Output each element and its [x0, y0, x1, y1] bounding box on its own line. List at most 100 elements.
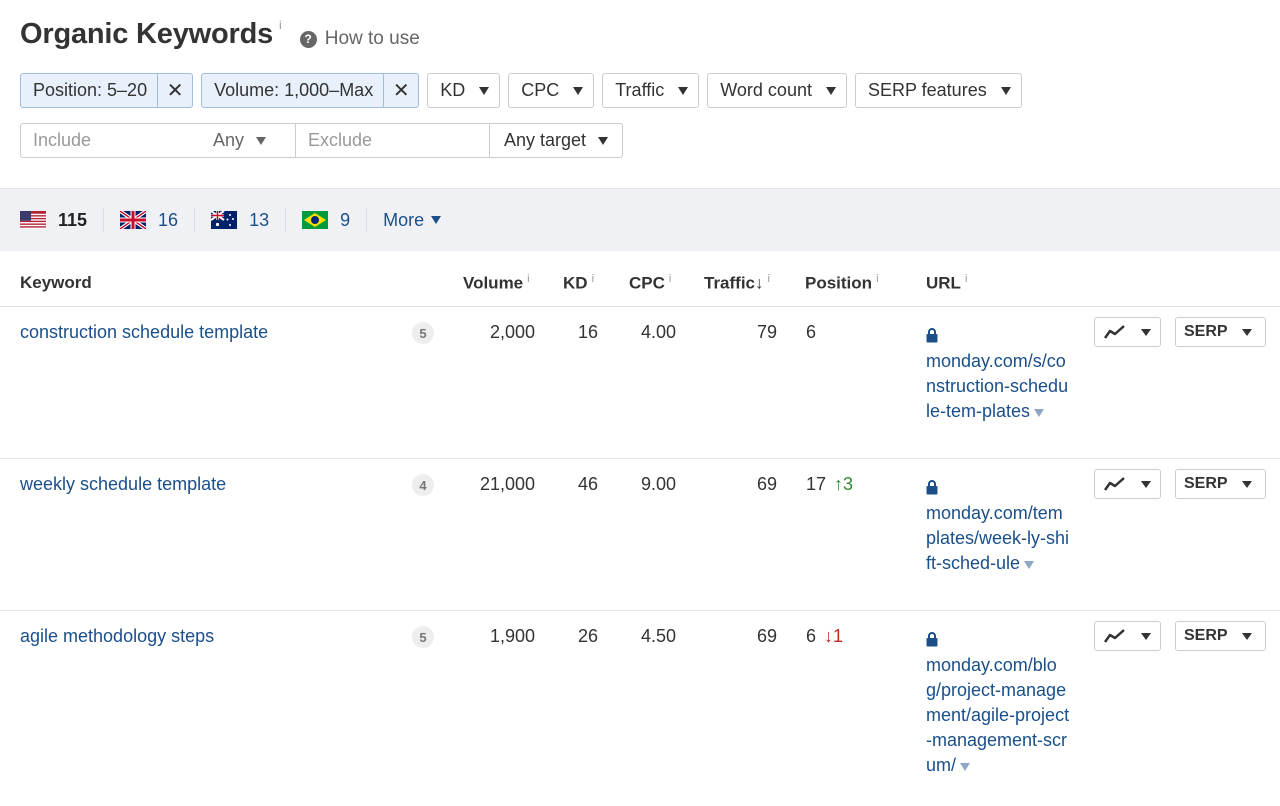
country-tab-au[interactable]: 13 [211, 208, 287, 232]
country-tab-br[interactable]: 9 [302, 208, 368, 232]
traffic-value: 69 [756, 474, 777, 494]
column-header-volume[interactable]: Volume i [463, 273, 530, 294]
caret-down-icon [1141, 328, 1151, 336]
trend-button[interactable] [1094, 317, 1161, 347]
url-cell: monday.com/templates/week-ly-shift-sched… [926, 477, 1071, 576]
more-countries-button[interactable]: More [383, 210, 442, 231]
close-icon[interactable]: ✕ [383, 74, 418, 107]
country-count: 13 [249, 209, 270, 230]
word-count-badge: 5 [412, 626, 434, 648]
cpc-dropdown[interactable]: CPC [508, 73, 595, 108]
kd-dropdown[interactable]: KD [427, 73, 501, 108]
info-icon[interactable]: i [527, 273, 529, 285]
us-flag-icon [20, 211, 46, 229]
column-header-cpc[interactable]: CPC i [629, 273, 671, 294]
exclude-input[interactable] [296, 130, 476, 151]
word-count-dropdown-label: Word count [720, 80, 812, 100]
caret-down-icon [1000, 86, 1011, 95]
column-header-position[interactable]: Position i [805, 273, 879, 294]
filter-chip-label[interactable]: Position: 5–20 [21, 74, 157, 107]
volume-value: 2,000 [489, 322, 535, 342]
country-bar: 115 16 13 9 More [0, 188, 1280, 251]
keyword-link[interactable]: agile methodology steps [20, 626, 214, 647]
cpc-value: 4.50 [640, 626, 676, 646]
trend-button[interactable] [1094, 469, 1161, 499]
country-tab-us[interactable]: 115 [20, 208, 105, 232]
br-flag-icon [302, 211, 329, 229]
caret-down-icon [1141, 480, 1151, 488]
position-cell: 6 ↓1 [806, 626, 843, 647]
serp-features-dropdown[interactable]: SERP features [854, 73, 1022, 108]
close-icon[interactable]: ✕ [157, 74, 192, 107]
position-change-down: ↓1 [824, 626, 844, 646]
serp-button[interactable]: SERP [1175, 469, 1266, 499]
exclude-box [296, 123, 490, 158]
uk-flag-icon [120, 211, 147, 229]
country-count: 115 [58, 209, 88, 230]
column-header-kd[interactable]: KD i [563, 273, 594, 294]
filter-chip-volume[interactable]: Volume: 1,000–Max ✕ [201, 73, 420, 108]
filter-chip-position[interactable]: Position: 5–20 ✕ [20, 73, 194, 108]
volume-value: 1,900 [489, 626, 535, 646]
target-dropdown-label: Any target [504, 130, 587, 150]
traffic-dropdown-label: Traffic [615, 80, 665, 100]
kd-value: 16 [577, 322, 598, 342]
word-count-badge: 5 [412, 322, 434, 344]
kd-value: 46 [577, 474, 598, 494]
title-row: Organic Keywords i ? How to use [20, 18, 420, 51]
caret-down-icon [573, 86, 584, 95]
info-icon[interactable]: i [768, 273, 770, 285]
info-icon[interactable]: i [592, 273, 594, 285]
keyword-link[interactable]: weekly schedule template [20, 474, 226, 495]
include-box: Any [20, 123, 296, 158]
lock-icon [926, 477, 1071, 501]
traffic-value: 69 [756, 626, 777, 646]
url-link[interactable]: monday.com/templates/week-ly-shift-sched… [926, 503, 1069, 573]
column-header-label: CPC [629, 273, 665, 293]
url-link[interactable]: monday.com/blog/project-management/agile… [926, 655, 1069, 775]
country-tab-uk[interactable]: 16 [120, 208, 196, 232]
info-icon[interactable]: i [965, 273, 967, 285]
column-header-keyword[interactable]: Keyword [20, 273, 92, 293]
filter-chip-label[interactable]: Volume: 1,000–Max [202, 74, 383, 107]
column-header-label: Volume [463, 273, 524, 293]
trend-button[interactable] [1094, 621, 1161, 651]
caret-down-icon [256, 136, 267, 145]
column-header-url[interactable]: URL i [926, 273, 967, 294]
traffic-dropdown[interactable]: Traffic [602, 73, 700, 108]
trend-chart-icon [1104, 325, 1125, 339]
any-dropdown-label: Any [213, 130, 245, 150]
keyword-link[interactable]: construction schedule template [20, 322, 268, 343]
info-icon[interactable]: i [279, 18, 282, 32]
caret-down-icon [431, 216, 442, 224]
serp-button-label: SERP [1184, 323, 1228, 340]
url-dropdown-icon[interactable] [1024, 561, 1035, 569]
column-header-label: Keyword [20, 273, 92, 292]
info-icon[interactable]: i [876, 273, 878, 285]
info-icon[interactable]: i [669, 273, 671, 285]
serp-button[interactable]: SERP [1175, 317, 1266, 347]
caret-down-icon [1241, 632, 1252, 640]
serp-button[interactable]: SERP [1175, 621, 1266, 651]
url-link[interactable]: monday.com/s/construction-schedule-tem-p… [926, 351, 1068, 421]
word-count-dropdown[interactable]: Word count [707, 73, 847, 108]
table-header: Keyword Volume i KD i CPC i Traffic↓ i Posit… [0, 262, 1280, 307]
target-dropdown[interactable]: Any target [490, 123, 624, 158]
url-dropdown-icon[interactable] [960, 763, 971, 771]
serp-button-label: SERP [1184, 475, 1228, 492]
word-count-badge: 4 [412, 474, 434, 496]
url-cell: monday.com/s/construction-schedule-tem-p… [926, 325, 1071, 424]
serp-features-dropdown-label: SERP features [867, 80, 987, 100]
kd-dropdown-label: KD [440, 80, 466, 100]
cpc-value: 4.00 [640, 322, 676, 342]
any-dropdown[interactable]: Any [213, 130, 278, 151]
column-header-traffic[interactable]: Traffic↓ i [704, 273, 770, 294]
position-value: 6 [806, 626, 817, 646]
position-cell: 17 ↑3 [806, 474, 853, 495]
cpc-dropdown-label: CPC [521, 80, 560, 100]
include-input[interactable] [21, 130, 213, 151]
url-dropdown-icon[interactable] [1034, 409, 1045, 417]
table-row: weekly schedule template 4 21,000 46 9.0… [0, 459, 1280, 611]
position-cell: 6 [806, 322, 816, 343]
how-to-use-link[interactable]: ? How to use [299, 28, 420, 50]
